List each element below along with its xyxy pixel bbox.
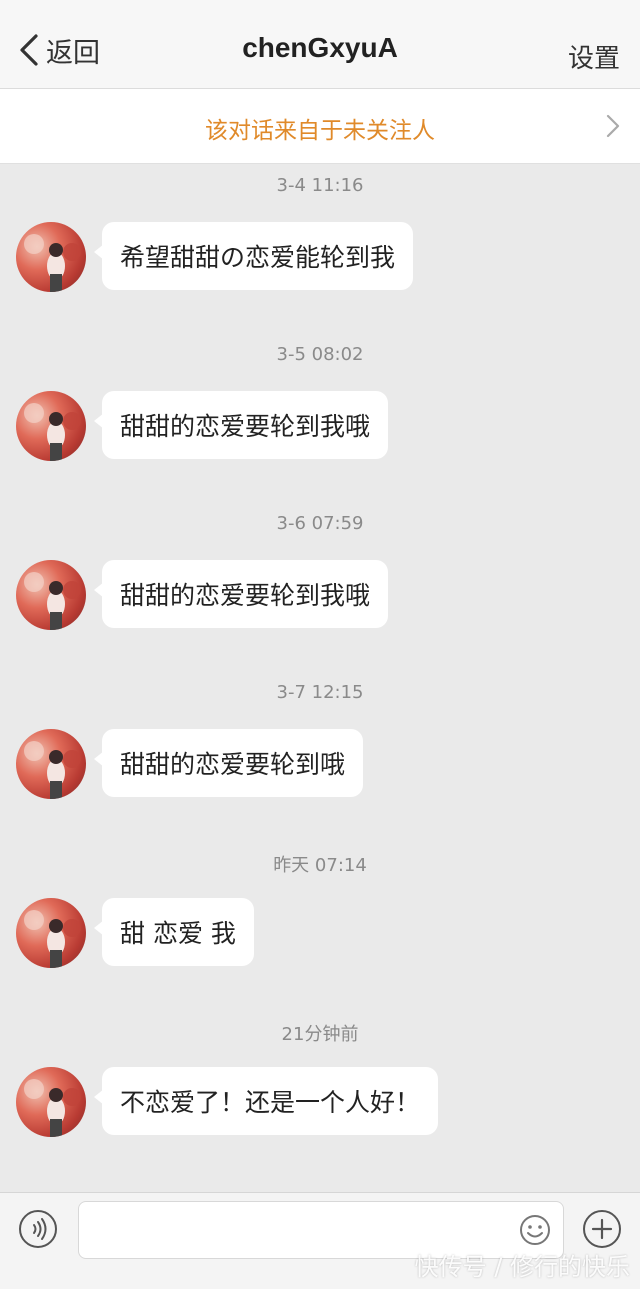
back-button[interactable]: 返回	[18, 30, 100, 70]
avatar[interactable]	[16, 729, 86, 799]
page-title: chenGxyuA	[242, 32, 398, 63]
avatar[interactable]	[16, 222, 86, 292]
add-icon[interactable]	[582, 1209, 622, 1249]
message-bubble: 甜 恋爱 我	[94, 898, 254, 966]
message-bubble: 甜甜的恋爱要轮到哦	[93, 729, 364, 797]
voice-icon[interactable]	[18, 1209, 58, 1249]
avatar[interactable]	[16, 1067, 86, 1137]
chevron-right-icon	[606, 114, 620, 138]
watermark: 快传号 / 修行的快乐	[414, 1253, 630, 1281]
avatar[interactable]	[16, 391, 86, 461]
stranger-notice-banner[interactable]: 该对话来自于未关注人	[0, 89, 640, 164]
settings-button[interactable]: 设置	[568, 38, 620, 75]
message-timestamp: 3-7 12:15	[276, 682, 364, 703]
message-bubble: 甜甜的恋爱要轮到我哦	[93, 391, 389, 459]
emoji-icon[interactable]	[519, 1214, 551, 1246]
avatar[interactable]	[16, 560, 86, 630]
message-timestamp: 昨天 07:14	[273, 855, 367, 876]
message-timestamp: 3-5 08:02	[276, 344, 364, 365]
message-timestamp: 3-6 07:59	[276, 513, 364, 534]
message-timestamp: 3-4 11:16	[276, 175, 364, 196]
avatar[interactable]	[16, 898, 86, 968]
message-bubble: 希望甜甜の恋爱能轮到我	[93, 222, 414, 290]
notice-text: 该对话来自于未关注人	[205, 118, 435, 144]
message-bubble: 不恋爱了！还是一个人好！	[93, 1067, 439, 1135]
navigation-bar: 返回 chenGxyuA 设置	[0, 0, 640, 89]
message-bubble: 甜甜的恋爱要轮到我哦	[93, 560, 389, 628]
chevron-left-icon	[20, 34, 38, 66]
message-timestamp: 21分钟前	[281, 1024, 359, 1045]
back-label: 返回	[46, 37, 100, 69]
